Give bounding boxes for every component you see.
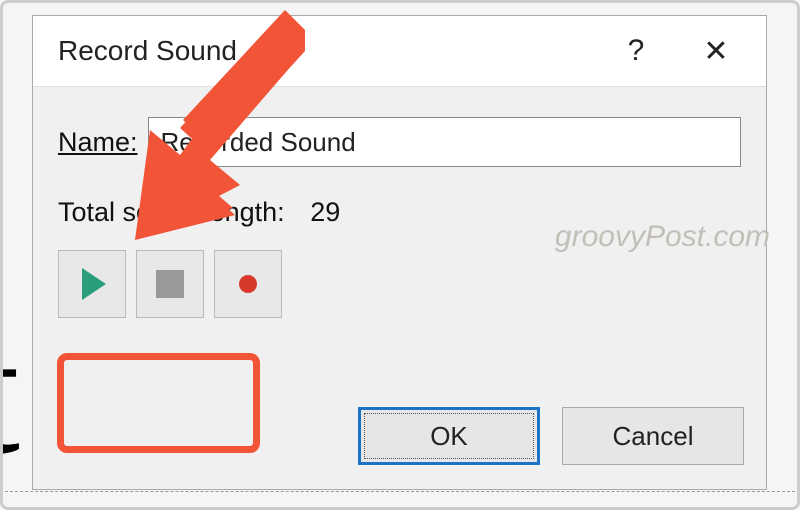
background-dotted-line [0, 491, 800, 492]
record-button[interactable] [214, 250, 282, 318]
length-value: 29 [310, 197, 340, 227]
play-button[interactable] [58, 250, 126, 318]
ok-button[interactable]: OK [358, 407, 540, 465]
close-button[interactable]: ✕ [686, 26, 746, 76]
dialog-title: Record Sound [58, 35, 237, 67]
name-label: Name: [58, 127, 138, 158]
name-input[interactable] [148, 117, 741, 167]
stop-button[interactable] [136, 250, 204, 318]
cancel-button[interactable]: Cancel [562, 407, 744, 465]
playback-controls [58, 250, 741, 318]
stop-icon [156, 270, 184, 298]
length-label: Total sound length: [58, 197, 285, 227]
annotation-highlight-box [57, 353, 260, 453]
dialog-body: Name: Total sound length: 29 OK Cancel [33, 86, 766, 489]
play-icon [82, 268, 106, 300]
background-text-left: t [0, 302, 20, 482]
record-icon [239, 275, 257, 293]
dialog-titlebar: Record Sound ? ✕ [33, 16, 766, 86]
background-text-right: e [794, 300, 800, 460]
help-button[interactable]: ? [606, 26, 666, 76]
watermark-text: groovyPost.com [555, 220, 770, 254]
dialog-footer: OK Cancel [358, 407, 744, 465]
name-row: Name: [58, 117, 741, 167]
